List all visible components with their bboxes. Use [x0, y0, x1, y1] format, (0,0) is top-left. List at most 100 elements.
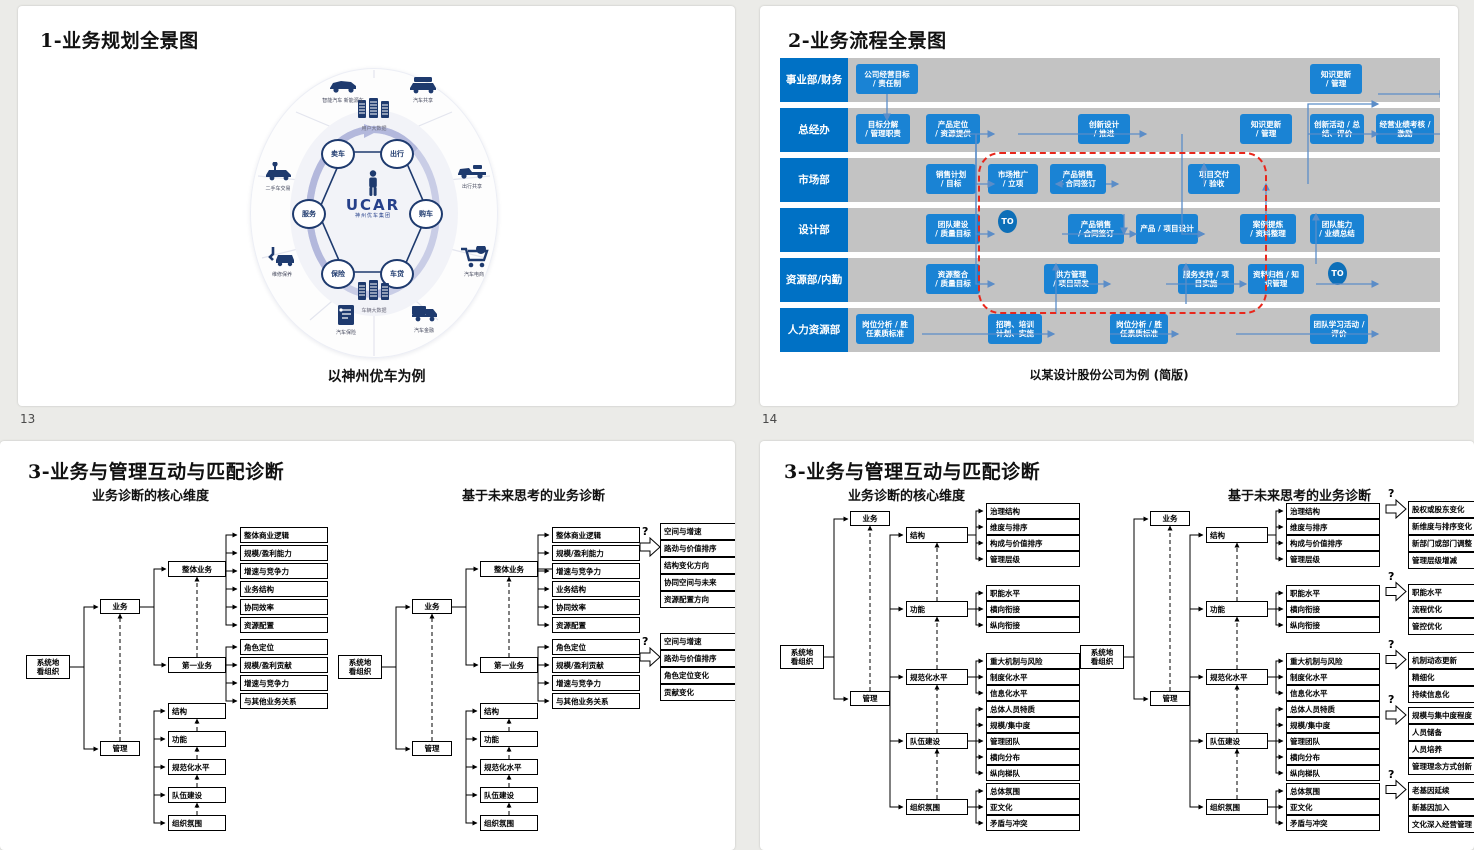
tree-branch-management[interactable]: 管理	[412, 741, 452, 756]
tree-leaf-mgmt-3[interactable]: 规范化水平	[480, 759, 538, 775]
outer-node-used-car[interactable]: 二手车交易	[252, 161, 304, 193]
process-box-b16[interactable]: 案例提炼 / 资料整理	[1240, 214, 1296, 244]
tree-branch-management[interactable]: 管理	[1150, 691, 1190, 706]
slide-15[interactable]: 3-业务与管理互动与匹配诊断 业务诊断的核心维度 基于未来思考的业务诊断 系统地…	[0, 441, 735, 850]
tree-future-4-2[interactable]: 人员储备	[1408, 724, 1474, 741]
tree-group-5[interactable]: 组织氛围	[906, 799, 968, 815]
tree-item-4-2[interactable]: 规模/集中度	[1286, 717, 1380, 733]
tree-item-4-2[interactable]: 规模/集中度	[986, 717, 1080, 733]
tree-leaf-mgmt-2[interactable]: 功能	[480, 731, 538, 747]
tree-root-node[interactable]: 系统地 看组织	[338, 655, 382, 679]
tree-branch-business[interactable]: 业务	[1150, 511, 1190, 526]
swimlane-label-4[interactable]: 设计部	[780, 208, 848, 252]
tree-future-3-2[interactable]: 精细化	[1408, 668, 1474, 686]
process-box-b15[interactable]: 产品 / 项目设计	[1136, 214, 1198, 244]
outer-node-car-insurance[interactable]: 汽车保险	[320, 304, 372, 337]
tree-item-4-5[interactable]: 纵向梯队	[1286, 765, 1380, 781]
tree-branch-business[interactable]: 业务	[100, 599, 140, 614]
tree-root-node[interactable]: 系统地 看组织	[780, 645, 824, 669]
tree-leaf-first-4[interactable]: 与其他业务关系	[240, 693, 328, 709]
tree-leaf-overall-5[interactable]: 协同效率	[552, 599, 640, 615]
tree-item-5-2[interactable]: 亚文化	[986, 799, 1080, 815]
process-box-b19[interactable]: 供方管理 / 项目研发	[1044, 264, 1098, 294]
tree-item-2-1[interactable]: 职能水平	[1286, 585, 1380, 601]
swimlane-label-5[interactable]: 资源部/内勤	[780, 258, 848, 302]
tree-leaf-overall-4[interactable]: 业务结构	[240, 581, 328, 597]
process-box-b11[interactable]: 产品销售 / 合同签订	[1050, 164, 1106, 194]
tree-future-2-2[interactable]: 流程优化	[1408, 600, 1474, 618]
wheel-node-buy-car[interactable]: 购车	[409, 199, 443, 229]
to-marker-2[interactable]: TO	[1328, 262, 1347, 285]
tree-future-2-1[interactable]: 职能水平	[1408, 583, 1474, 601]
tree-item-4-4[interactable]: 横向分布	[986, 749, 1080, 765]
tree-branch-management[interactable]: 管理	[100, 741, 140, 756]
tree-item-2-1[interactable]: 职能水平	[986, 585, 1080, 601]
tree-branch-business[interactable]: 业务	[412, 599, 452, 614]
tree-future-2-3[interactable]: 管控优化	[1408, 617, 1474, 635]
tree-future-5-3[interactable]: 文化深入经营管理	[1408, 815, 1474, 833]
tree-leaf-mgmt-1[interactable]: 结构	[168, 703, 226, 719]
process-box-b21[interactable]: 资料归档 / 知识管理	[1248, 264, 1304, 294]
tree-leaf-mgmt-2[interactable]: 功能	[168, 731, 226, 747]
tree-root-node[interactable]: 系统地 看组织	[1080, 645, 1124, 669]
tree-leaf-first-3[interactable]: 增速与竞争力	[552, 675, 640, 691]
tree-item-3-3[interactable]: 信息化水平	[1286, 685, 1380, 701]
tree-group-2[interactable]: 功能	[906, 601, 968, 617]
tree-leaf-overall-6[interactable]: 资源配置	[240, 617, 328, 633]
tree-group-1[interactable]: 结构	[906, 527, 968, 543]
tree-group-4[interactable]: 队伍建设	[1206, 733, 1268, 749]
tree-future-4-4[interactable]: 管理理念方式创新	[1408, 758, 1474, 775]
tree-leaf-first-1[interactable]: 角色定位	[552, 639, 640, 655]
tree-item-3-2[interactable]: 制度化水平	[986, 669, 1080, 685]
outer-node-ride-sharing[interactable]: 出行共享	[446, 162, 498, 191]
tree-group-5[interactable]: 组织氛围	[1206, 799, 1268, 815]
tree-item-2-3[interactable]: 纵向衔接	[1286, 617, 1380, 633]
tree-item-3-1[interactable]: 重大机制与风险	[1286, 653, 1380, 669]
tree-item-5-3[interactable]: 矛盾与冲突	[986, 815, 1080, 831]
wheel-node-travel[interactable]: 出行	[380, 139, 414, 169]
tree-item-2-3[interactable]: 纵向衔接	[986, 617, 1080, 633]
process-box-b7[interactable]: 创新活动 / 总结、评价	[1310, 114, 1364, 144]
process-box-b6[interactable]: 知识更新 / 管理	[1240, 114, 1292, 144]
tree-future-3-3[interactable]: 持续信息化	[1408, 685, 1474, 703]
wheel-node-insurance[interactable]: 保险	[321, 259, 355, 289]
tree-leaf-overall-1[interactable]: 整体商业逻辑	[240, 527, 328, 543]
process-box-b5[interactable]: 创新设计 / 推进	[1078, 114, 1130, 144]
tree-group-4[interactable]: 队伍建设	[906, 733, 968, 749]
slide-13[interactable]: 1-业务规划全景图 卖车 出行 购车 车贷 保险 服务 UCAR 神州优车集团 …	[18, 6, 735, 406]
process-box-b2[interactable]: 知识更新 / 管理	[1310, 64, 1362, 94]
tree-item-3-1[interactable]: 重大机制与风险	[986, 653, 1080, 669]
tree-future-overall-4[interactable]: 协同空间与未来	[660, 574, 735, 591]
process-box-b23[interactable]: 招聘、培训 计划、实施	[988, 314, 1042, 344]
tree-future-4-3[interactable]: 人员培养	[1408, 741, 1474, 758]
tree-item-4-3[interactable]: 管理团队	[986, 733, 1080, 749]
tree-future-first-4[interactable]: 贡献变化	[660, 684, 735, 701]
outer-node-maintenance[interactable]: 维修保养	[256, 246, 308, 279]
tree-root-node[interactable]: 系统地 看组织	[26, 655, 70, 679]
tree-leaf-overall-6[interactable]: 资源配置	[552, 617, 640, 633]
process-box-b18[interactable]: 资源整合 / 质量目标	[926, 264, 980, 294]
outer-node-car-finance[interactable]: 汽车金融	[398, 304, 450, 335]
slide-14[interactable]: 2-业务流程全景图 事业部/财务 公司经营目标 / 责任制 知识更新 / 管理 总经办 目标…	[760, 6, 1458, 406]
tree-group-1[interactable]: 结构	[1206, 527, 1268, 543]
tree-leaf-overall-1[interactable]: 整体商业逻辑	[552, 527, 640, 543]
process-box-b10[interactable]: 市场推广 / 立项	[988, 164, 1038, 194]
tree-leaf-mgmt-1[interactable]: 结构	[480, 703, 538, 719]
tree-item-1-3[interactable]: 构成与价值排序	[1286, 535, 1380, 551]
process-box-b9[interactable]: 销售计划 / 目标	[926, 164, 976, 194]
process-box-b22[interactable]: 岗位分析 / 胜任素质标准	[856, 314, 914, 344]
tree-future-1-1[interactable]: 股权或股东变化	[1408, 501, 1474, 518]
tree-node-first-business[interactable]: 第一业务	[168, 657, 226, 673]
tree-item-4-3[interactable]: 管理团队	[1286, 733, 1380, 749]
tree-group-3[interactable]: 规范化水平	[906, 669, 968, 685]
tree-future-5-1[interactable]: 老基因延续	[1408, 781, 1474, 799]
tree-group-3[interactable]: 规范化水平	[1206, 669, 1268, 685]
tree-item-5-1[interactable]: 总体氛围	[1286, 783, 1380, 799]
tree-item-1-4[interactable]: 管理层级	[1286, 551, 1380, 567]
tree-item-1-2[interactable]: 维度与排序	[1286, 519, 1380, 535]
tree-future-3-1[interactable]: 机制动态更新	[1408, 651, 1474, 669]
tree-future-first-3[interactable]: 角色定位变化	[660, 667, 735, 684]
tree-node-overall-business[interactable]: 整体业务	[168, 561, 226, 577]
wheel-node-sell-car[interactable]: 卖车	[321, 139, 355, 169]
tree-leaf-overall-3[interactable]: 增速与竞争力	[552, 563, 640, 579]
